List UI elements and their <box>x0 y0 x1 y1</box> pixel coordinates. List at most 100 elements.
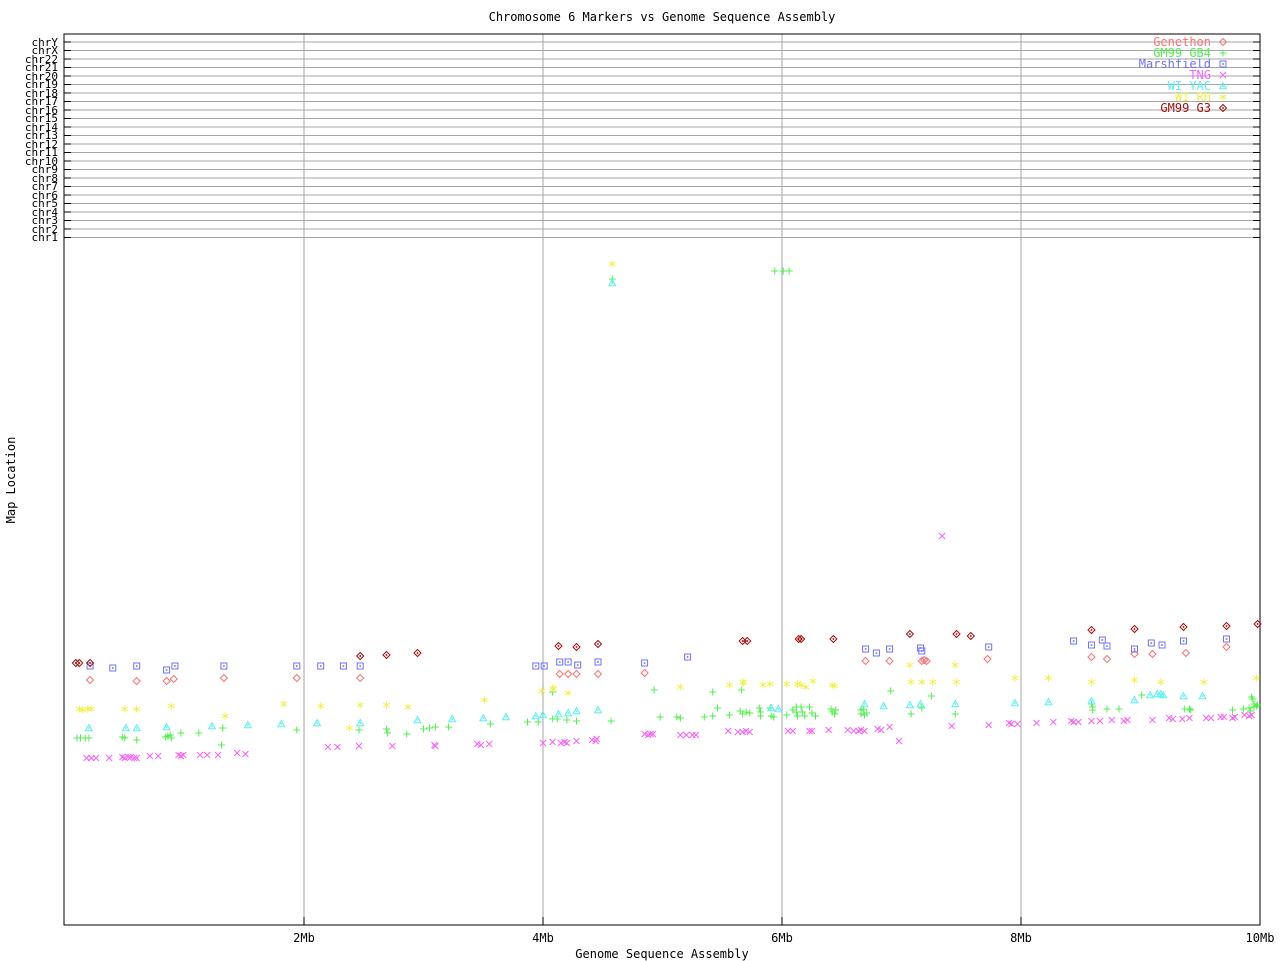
data-point <box>885 656 894 666</box>
data-point <box>1158 641 1166 649</box>
data-point <box>564 689 572 697</box>
data-point <box>564 658 572 666</box>
data-point <box>403 730 411 738</box>
y-axis-chromosome-label: chr1 <box>31 231 59 244</box>
data-point <box>779 267 787 275</box>
data-point <box>345 724 353 732</box>
data-point <box>783 680 791 688</box>
data-point <box>445 723 453 731</box>
data-point <box>759 681 767 689</box>
data-point <box>593 735 601 743</box>
data-point <box>907 710 915 718</box>
data-point <box>572 642 581 652</box>
data-point <box>608 278 617 287</box>
data-point <box>383 701 390 709</box>
y-axis-title: Map Location <box>4 436 18 524</box>
data-point <box>1207 714 1215 722</box>
data-point <box>574 661 582 669</box>
data-point <box>1115 705 1123 713</box>
data-point <box>1138 691 1146 699</box>
data-point <box>607 717 615 725</box>
data-point <box>339 662 347 670</box>
data-point <box>233 749 241 757</box>
plot-border <box>63 33 1261 926</box>
x-axis-tick-label: 2Mb <box>293 931 315 945</box>
data-point <box>133 705 141 713</box>
data-point <box>1102 654 1112 664</box>
data-point <box>312 718 322 727</box>
data-point <box>906 661 914 669</box>
data-point <box>1131 676 1138 684</box>
data-point <box>1005 719 1013 727</box>
data-point <box>783 711 791 719</box>
data-point <box>1245 704 1253 712</box>
data-point <box>538 687 546 695</box>
data-point <box>938 532 946 540</box>
data-point <box>985 643 993 651</box>
data-point <box>641 659 649 667</box>
data-point <box>1033 719 1040 727</box>
data-point <box>563 716 571 724</box>
data-point <box>1239 705 1247 713</box>
data-point <box>1088 678 1095 686</box>
data-point <box>709 688 717 696</box>
data-point <box>501 712 511 721</box>
data-point <box>656 713 664 721</box>
data-point <box>219 673 229 683</box>
data-point <box>555 669 564 679</box>
data-point <box>1222 621 1231 631</box>
data-point <box>886 723 893 731</box>
data-point <box>479 713 488 722</box>
data-point <box>1087 625 1096 635</box>
data-point <box>334 743 341 751</box>
data-point <box>293 726 301 734</box>
data-point <box>196 751 204 759</box>
data-point <box>692 731 700 739</box>
data-point <box>1147 639 1155 647</box>
data-point <box>383 725 390 733</box>
data-point <box>572 669 581 679</box>
data-point <box>1223 635 1230 643</box>
data-point <box>1180 637 1187 645</box>
data-point <box>757 712 764 720</box>
data-point <box>1145 690 1155 699</box>
data-point <box>948 722 956 730</box>
x-axis-tick-label: 4Mb <box>532 931 554 945</box>
data-point <box>221 712 229 720</box>
data-point <box>355 742 363 750</box>
data-point <box>220 662 228 670</box>
data-point <box>324 743 332 751</box>
data-point <box>927 692 935 700</box>
data-point <box>829 634 838 644</box>
data-point <box>1088 717 1095 725</box>
data-point <box>356 701 364 709</box>
data-point <box>808 709 816 717</box>
data-point <box>1178 715 1186 723</box>
data-point <box>447 714 457 723</box>
data-point <box>825 726 832 734</box>
data-point <box>673 713 681 721</box>
data-point <box>827 705 835 713</box>
data-point <box>797 703 805 711</box>
data-point <box>1179 691 1188 700</box>
data-point <box>534 718 542 726</box>
data-point <box>676 683 684 691</box>
data-point <box>355 718 365 727</box>
data-point <box>563 708 573 717</box>
data-point <box>549 738 556 746</box>
data-point <box>384 729 392 737</box>
data-point <box>121 705 129 713</box>
data-point <box>356 662 364 670</box>
data-point <box>1088 641 1095 649</box>
data-point <box>1220 713 1228 721</box>
x-axis-title: Genome Sequence Assembly <box>575 947 749 961</box>
data-point <box>1087 652 1096 662</box>
data-point <box>650 686 658 694</box>
data-point <box>540 662 548 670</box>
data-point <box>1179 622 1188 632</box>
data-point <box>573 737 580 745</box>
data-point <box>404 703 412 711</box>
data-point <box>905 629 915 639</box>
legend-label: GM99 G3 <box>1160 101 1211 115</box>
data-point <box>809 677 817 685</box>
